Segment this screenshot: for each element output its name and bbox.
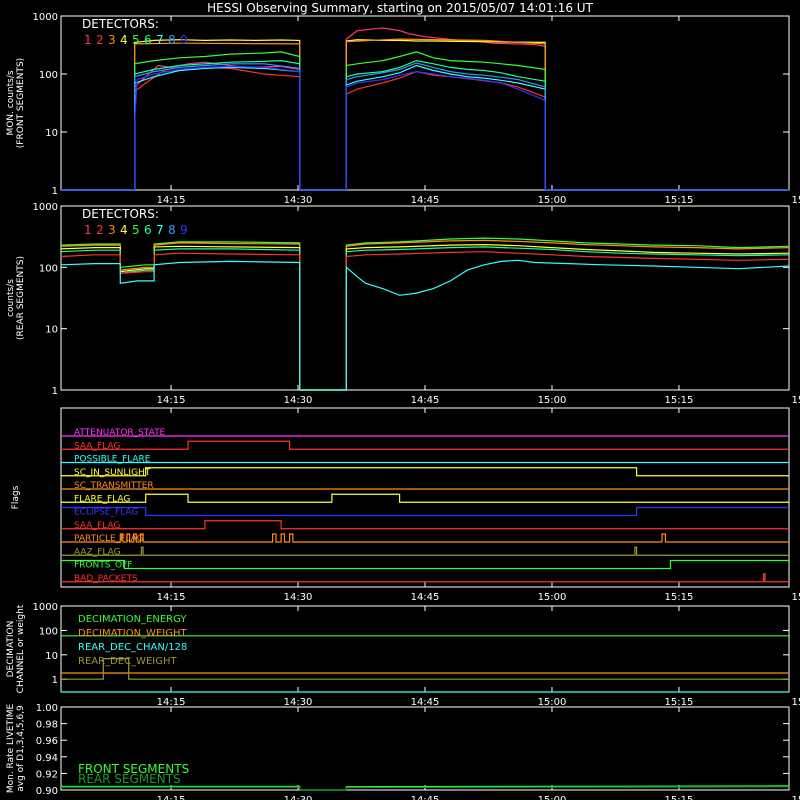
x-tick-label: 15:15: [665, 395, 694, 406]
legend-title: DETECTORS:: [82, 17, 159, 31]
y-tick-label: 100: [39, 626, 58, 637]
legend-detector-8: 8: [168, 223, 176, 237]
y-tick-label: 0.92: [36, 769, 58, 780]
x-tick-label: 14:15: [157, 592, 186, 603]
flag-label: SC_IN_SUNLIGHT: [74, 468, 151, 478]
x-tick-label: 14:15: [157, 195, 186, 206]
x-tick-label: 14:30: [284, 592, 313, 603]
y-tick-label: 1: [52, 186, 58, 197]
y-axis-label: MON. counts/s: [6, 70, 16, 135]
x-tick-label: 14:30: [284, 195, 313, 206]
x-tick-label: 15:00: [538, 395, 567, 406]
y-tick-label: 1000: [33, 202, 58, 213]
legend-detector-2: 2: [96, 33, 104, 47]
y-tick-label: 0.96: [36, 736, 58, 747]
x-tick-label: 14:45: [411, 395, 440, 406]
legend-title: DETECTORS:: [82, 207, 159, 221]
y-axis-label: Flags: [11, 485, 21, 509]
x-tick-label: 14:45: [411, 795, 440, 800]
legend-detector-4: 4: [120, 223, 128, 237]
legend-detector-8: 8: [168, 33, 176, 47]
y-axis-label: CHANNEL or weight: [16, 604, 26, 693]
flag-label: ATTENUATOR_STATE: [74, 428, 166, 438]
y-axis-label: (REAR SEGMENTS): [16, 256, 26, 340]
x-tick-label: 15:00: [538, 697, 567, 708]
legend-detector-1: 1: [84, 223, 92, 237]
x-tick-label: 15:15: [665, 592, 694, 603]
y-tick-label: 0.94: [36, 753, 58, 764]
x-tick-label: 14:15: [157, 395, 186, 406]
flag-label: PARTICLE_FLAG: [74, 534, 144, 544]
legend-detector-5: 5: [132, 33, 140, 47]
legend-detector-2: 2: [96, 223, 104, 237]
y-tick-label: 100: [39, 70, 58, 81]
figure-title: HESSI Observing Summary, starting on 201…: [207, 1, 593, 15]
flag-label: ECLIPSE_FLAG: [74, 508, 138, 518]
x-tick-label: 14:45: [411, 697, 440, 708]
flag-label: SAA_FLAG: [74, 441, 120, 451]
y-tick-label: 1: [52, 386, 58, 397]
x-tick-label: 14:30: [284, 795, 313, 800]
y-tick-label: 100: [39, 263, 58, 274]
legend-detector-7: 7: [156, 223, 164, 237]
y-axis-label: DECIMATION: [6, 621, 16, 678]
y-tick-label: 1000: [33, 12, 58, 23]
x-tick-label: 14:15: [157, 697, 186, 708]
y-tick-label: 1000: [33, 602, 58, 613]
x-tick-label: 15:00: [538, 195, 567, 206]
legend-detector-9: 9: [180, 223, 188, 237]
flag-label: POSSIBLE_FLARE: [74, 455, 151, 465]
flag-label: SAA_FLAG: [74, 521, 120, 531]
y-axis-label: counts/s: [6, 279, 16, 317]
legend-entry: REAR_DEC_WEIGHT: [78, 656, 177, 667]
x-tick-label: 14:45: [411, 592, 440, 603]
y-axis-label: Mon. Rate LIVETIME: [6, 704, 16, 794]
y-axis-label: (FRONT SEGMENTS): [16, 58, 26, 148]
y-axis-label: avg of D1,3,4,5,6,9: [16, 705, 26, 792]
y-tick-label: 10: [45, 325, 58, 336]
hessi-summary-figure: HESSI Observing Summary, starting on 201…: [0, 0, 800, 800]
x-tick-label: 15:30: [792, 795, 800, 800]
x-tick-label: 15:30: [792, 592, 800, 603]
x-tick-label: 15:00: [538, 795, 567, 800]
legend-entry: DECIMATION_ENERGY: [78, 614, 187, 625]
flag-label: AAZ_FLAG: [74, 547, 121, 557]
x-tick-label: 15:15: [665, 795, 694, 800]
y-tick-label: 10: [45, 651, 58, 662]
legend-detector-6: 6: [144, 223, 152, 237]
legend-detector-3: 3: [108, 33, 116, 47]
x-tick-label: 14:30: [284, 697, 313, 708]
x-tick-label: 15:15: [665, 697, 694, 708]
y-tick-label: 0.90: [36, 786, 58, 797]
x-tick-label: 15:30: [792, 195, 800, 206]
legend-detector-4: 4: [120, 33, 128, 47]
x-tick-label: 14:15: [157, 795, 186, 800]
x-tick-label: 14:30: [284, 395, 313, 406]
legend-detector-6: 6: [144, 33, 152, 47]
legend-detector-1: 1: [84, 33, 92, 47]
legend-entry: DECIMATION_WEIGHT: [78, 628, 187, 639]
legend-detector-5: 5: [132, 223, 140, 237]
legend-detector-9: 9: [180, 33, 188, 47]
legend-detector-7: 7: [156, 33, 164, 47]
x-tick-label: 15:15: [665, 195, 694, 206]
flag-label: FLARE_FLAG: [74, 494, 130, 504]
y-tick-label: 0.98: [36, 720, 58, 731]
x-tick-label: 15:30: [792, 697, 800, 708]
legend-entry: REAR_DEC_CHAN/128: [78, 642, 187, 653]
flag-label: BAD_PACKETS: [74, 574, 138, 584]
legend-detector-3: 3: [108, 223, 116, 237]
y-tick-label: 1: [52, 675, 58, 686]
x-tick-label: 15:00: [538, 592, 567, 603]
flag-label: SC_TRANSMITTER: [74, 481, 154, 491]
flag-label: FRONTS_OFF: [74, 561, 132, 571]
legend-entry: REAR SEGMENTS: [78, 772, 181, 786]
y-tick-label: 10: [45, 128, 58, 139]
x-tick-label: 14:45: [411, 195, 440, 206]
y-tick-label: 1.00: [36, 703, 58, 714]
x-tick-label: 15:30: [792, 395, 800, 406]
